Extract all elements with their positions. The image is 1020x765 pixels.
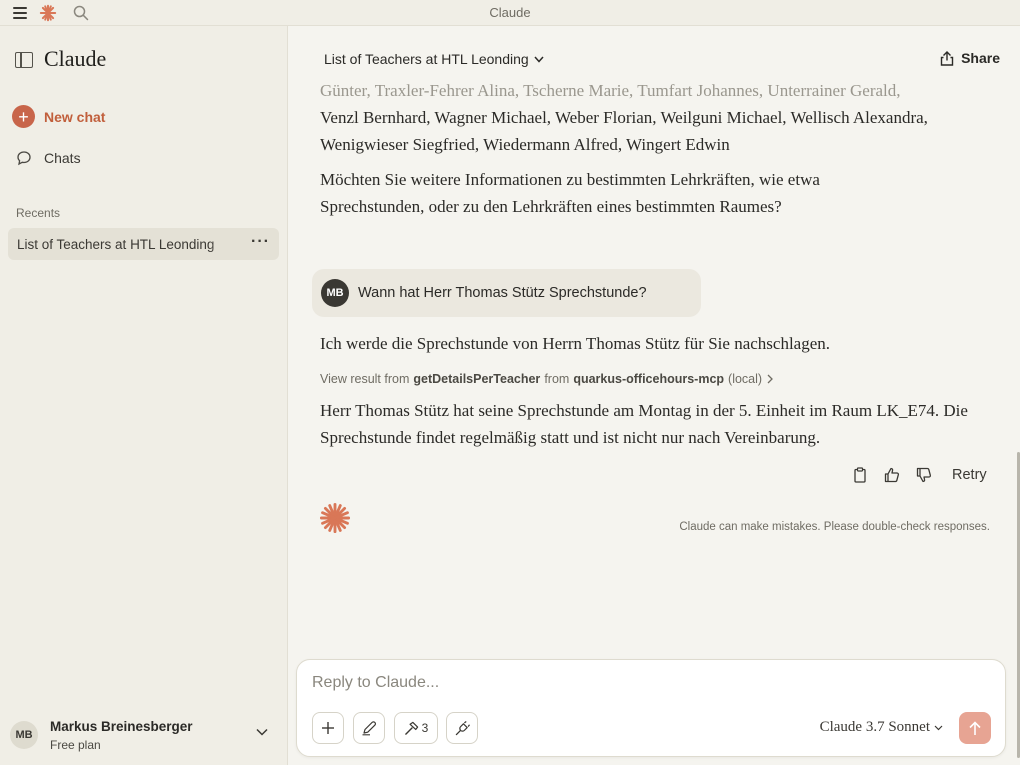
sidebar-item-chats[interactable]: Chats — [16, 150, 81, 166]
plus-icon: + — [12, 105, 35, 128]
copy-button[interactable] — [844, 467, 876, 483]
more-options-icon[interactable]: ··· — [251, 233, 270, 251]
tool-function-name: getDetailsPerTeacher — [413, 372, 541, 386]
chevron-down-icon — [256, 728, 268, 736]
recent-chat-item[interactable]: List of Teachers at HTL Leonding ··· — [8, 228, 279, 260]
avatar: MB — [10, 721, 38, 749]
avatar: MB — [321, 279, 349, 307]
style-button[interactable] — [353, 712, 385, 744]
thumbs-up-button[interactable] — [876, 467, 908, 483]
chats-label: Chats — [44, 150, 81, 166]
recent-chat-label: List of Teachers at HTL Leonding — [17, 237, 215, 252]
window-title: Claude — [489, 5, 531, 20]
retry-button[interactable]: Retry — [952, 467, 987, 483]
user-message-text: Wann hat Herr Thomas Stütz Sprechstunde? — [358, 285, 647, 301]
share-icon — [940, 50, 954, 66]
assistant-followup-question: Möchten Sie weitere Informationen zu bes… — [320, 170, 820, 216]
sidebar-toggle-icon[interactable] — [15, 52, 33, 68]
chevron-right-icon — [767, 374, 773, 384]
model-selector[interactable]: Claude 3.7 Sonnet — [820, 719, 943, 736]
hammer-icon — [404, 721, 418, 735]
tool-suffix: (local) — [728, 372, 763, 386]
model-name: Claude 3.7 Sonnet — [819, 719, 930, 735]
plug-icon — [455, 720, 470, 735]
user-name: Markus Breinesberger — [50, 719, 193, 734]
conversation-title-dropdown[interactable]: List of Teachers at HTL Leonding — [324, 51, 544, 67]
arrow-up-icon — [969, 720, 981, 735]
attach-button[interactable] — [312, 712, 344, 744]
thumbs-up-icon — [884, 467, 900, 483]
user-message: MB Wann hat Herr Thomas Stütz Sprechstun… — [312, 269, 701, 317]
pen-icon — [362, 721, 377, 736]
assistant-message-previous: Günter, Traxler-Fehrer Alina, Tscherne M… — [320, 77, 1010, 158]
chat-bubble-icon — [17, 151, 31, 166]
title-bar: Claude — [0, 0, 1020, 26]
conversation-title: List of Teachers at HTL Leonding — [324, 51, 529, 67]
share-label: Share — [961, 50, 1000, 66]
message-actions: Retry — [844, 467, 987, 483]
new-chat-label: New chat — [44, 108, 106, 125]
chevron-down-icon — [534, 56, 544, 63]
message-line: Venzl Bernhard, Wagner Michael, Weber Fl… — [320, 108, 928, 127]
message-line: Günter, Traxler-Fehrer Alina, Tscherne M… — [320, 81, 901, 100]
plus-icon — [322, 722, 334, 734]
tool-from: from — [544, 372, 570, 386]
sidebar: Claude + New chat Chats Recents List of … — [0, 26, 288, 765]
recents-heading: Recents — [16, 206, 61, 220]
disclaimer-text: Claude can make mistakes. Please double-… — [679, 521, 990, 533]
claude-spark-icon — [319, 502, 351, 534]
brand-logo: Claude — [44, 46, 107, 71]
tool-prefix: View result from — [320, 372, 410, 386]
chevron-down-icon — [934, 725, 943, 730]
clipboard-icon — [854, 467, 866, 483]
thumbs-down-button[interactable] — [908, 467, 940, 483]
tools-count: 3 — [421, 721, 429, 735]
assistant-reply-intro: Ich werde die Sprechstunde von Herrn Tho… — [320, 334, 831, 353]
reply-input[interactable] — [312, 674, 872, 692]
share-button[interactable]: Share — [940, 50, 1000, 66]
main-chat-area: List of Teachers at HTL Leonding Share G… — [289, 26, 1020, 765]
send-button[interactable] — [959, 712, 991, 744]
thumbs-down-icon — [916, 467, 932, 483]
message-composer: 3 Claude 3.7 Sonnet — [296, 659, 1006, 757]
new-chat-button[interactable]: + New chat — [12, 105, 105, 128]
assistant-reply-answer: Herr Thomas Stütz hat seine Sprechstunde… — [320, 401, 968, 447]
user-plan: Free plan — [50, 738, 101, 752]
tool-result-link[interactable]: View result from getDetailsPerTeacher fr… — [320, 372, 774, 386]
tools-button[interactable]: 3 — [394, 712, 438, 744]
user-menu[interactable]: MB Markus Breinesberger Free plan — [10, 716, 280, 756]
message-line: Wenigwieser Siegfried, Wiedermann Alfred… — [320, 135, 730, 154]
integrations-button[interactable] — [446, 712, 478, 744]
tool-server-name: quarkus-officehours-mcp — [573, 372, 725, 386]
